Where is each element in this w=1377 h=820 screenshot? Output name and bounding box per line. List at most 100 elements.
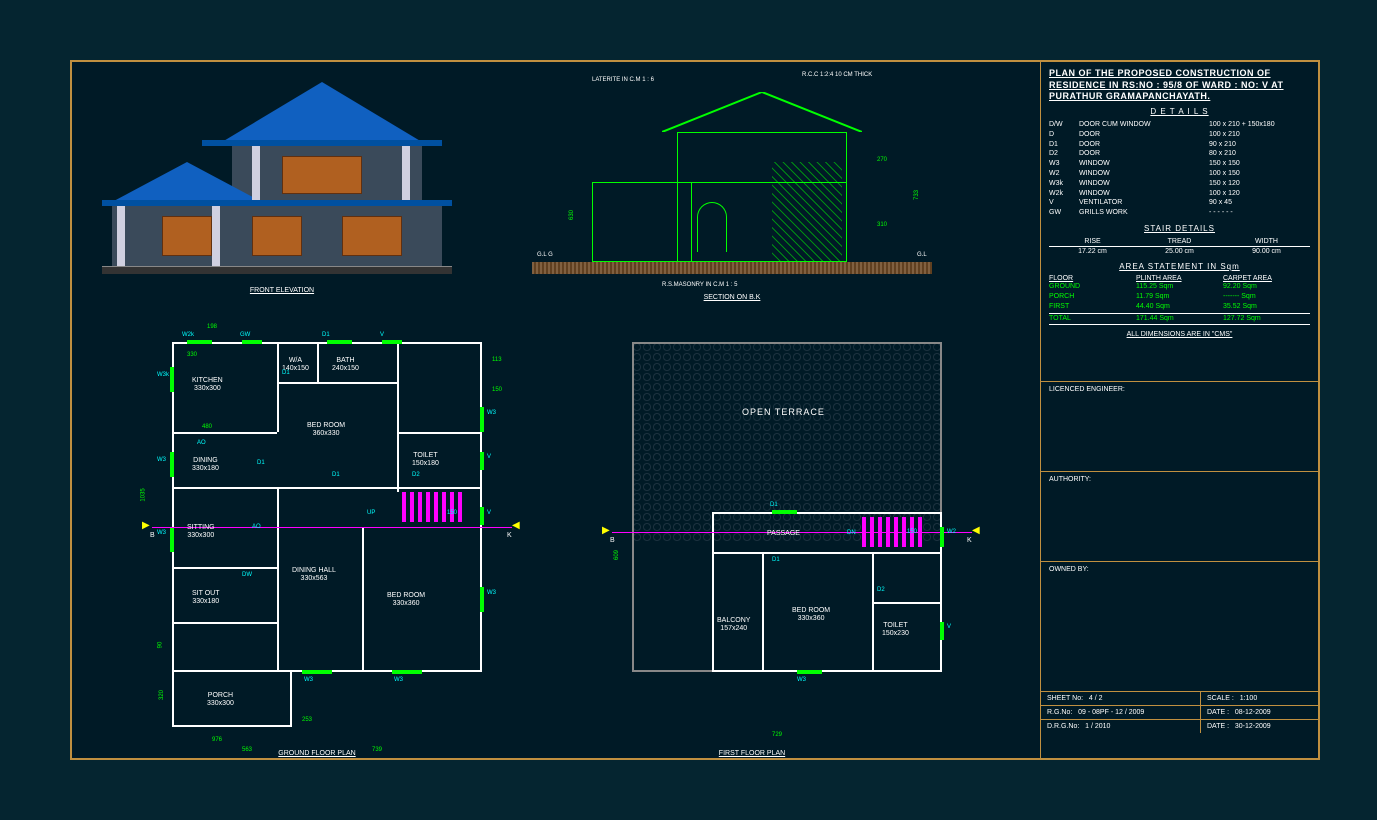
ffp-toilet: TOILET150x230 xyxy=(882,622,909,639)
section-k-label: K xyxy=(507,532,512,539)
sheet-info-row-3: D.R.G.No: 1 / 2010 DATE : 30-12-2009 xyxy=(1041,720,1318,733)
open-terrace-label: OPEN TERRACE xyxy=(742,407,825,417)
ffp-tag-d1: D1 xyxy=(770,502,778,508)
lower-window-3 xyxy=(342,216,402,256)
ffp-k-label: K xyxy=(967,537,972,544)
licenced-engineer-box: LICENCED ENGINEER: xyxy=(1041,382,1318,472)
tag-w3-r2: W3 xyxy=(487,590,496,596)
room-sitout: SIT OUT330x180 xyxy=(192,590,219,607)
ground-base xyxy=(102,266,452,274)
win-w3-left xyxy=(170,452,174,477)
win-w3-left2 xyxy=(170,527,174,552)
tag-v-1: V xyxy=(380,332,384,338)
wall-h3 xyxy=(172,487,482,489)
tag-d1-2: D1 xyxy=(257,460,265,466)
tag-w3-l2: W3 xyxy=(157,530,166,536)
owned-by-box: OWNED BY: xyxy=(1041,562,1318,692)
gfp-stair xyxy=(402,492,462,522)
pillar-1 xyxy=(117,206,125,266)
dim-note: ALL DIMENSIONS ARE IN "CMS" xyxy=(1049,331,1310,338)
tag-dw: DW xyxy=(242,572,252,578)
tag-w3k: W3k xyxy=(157,372,169,378)
stair-width-v: 90.00 cm xyxy=(1223,247,1310,256)
wall-h4 xyxy=(397,432,482,434)
laterite-note: LATERITE IN C.M 1 : 6 xyxy=(592,77,654,83)
rsmasonry-note: R.S.MASONRY IN C.M 1 : 5 xyxy=(662,282,737,288)
gl-left-label: G.L G xyxy=(537,252,553,258)
room-kitchen: KITCHEN330x300 xyxy=(192,377,223,394)
win-w2k xyxy=(187,340,212,344)
area-plinth-h: PLINTH AREA xyxy=(1136,275,1223,282)
area-total: TOTAL 171.44 Sqm 127.72 Sqm xyxy=(1049,313,1310,325)
tag-w2k: W2k xyxy=(182,332,194,338)
win-v-right2 xyxy=(480,507,484,525)
tag-w3-b2: W3 xyxy=(394,677,403,683)
dim-1035: 1035 xyxy=(141,488,147,501)
gl-right-label: G.L xyxy=(917,252,927,258)
ffp-tag-w3: W3 xyxy=(797,677,806,683)
tag-w3-1: W3 xyxy=(157,457,166,463)
win-w3-bot2 xyxy=(392,670,422,674)
tag-v-r: V xyxy=(487,454,491,460)
drawing-sheet: FRONT ELEVATION LATERITE IN C.M 1 : 6 R.… xyxy=(70,60,1320,760)
dim-270: 270 xyxy=(877,157,887,163)
win-v-top xyxy=(382,340,402,344)
dim-320: 320 xyxy=(159,690,165,700)
ffp-dim-609: 609 xyxy=(614,550,620,560)
up-label: UP xyxy=(367,510,375,516)
tag-d1-3: D1 xyxy=(282,370,290,376)
wall-v1 xyxy=(277,342,279,432)
stair-rise-v: 17.22 cm xyxy=(1049,247,1136,256)
stair-tread-h: TREAD xyxy=(1136,237,1223,247)
gfp-label: GROUND FLOOR PLAN xyxy=(247,750,387,757)
scale: SCALE : 1:100 xyxy=(1201,692,1318,705)
dim-253: 253 xyxy=(302,717,312,723)
ffp-win-w2 xyxy=(940,527,944,547)
ffp-passage: PASSAGE xyxy=(767,530,800,538)
sheet-info-row-2: R.G.No: 09 - 08PF - 12 / 2009 DATE : 08-… xyxy=(1041,706,1318,720)
front-elevation xyxy=(102,72,452,282)
room-toilet: TOILET150x180 xyxy=(412,452,439,469)
rcc-note: R.C.C 1:2:4 10 CM THICK xyxy=(802,72,872,78)
ffp-wall-h1 xyxy=(712,552,942,554)
room-porch: PORCH330x300 xyxy=(207,692,234,709)
win-w3-right3 xyxy=(480,587,484,612)
dim-330-1: 330 xyxy=(187,352,197,358)
win-gw xyxy=(242,340,262,344)
wall-h5 xyxy=(172,567,277,569)
first-floor-plan: ▶ ◀ OPEN TERRACE PASSAGE BED ROOM330x360… xyxy=(572,332,972,752)
plan-title: PLAN OF THE PROPOSED CONSTRUCTION OF RES… xyxy=(1049,68,1310,103)
drgno: D.R.G.No: 1 / 2010 xyxy=(1041,720,1201,733)
stair-values: 17.22 cm 25.00 cm 90.00 cm xyxy=(1049,247,1310,256)
area-headers: FLOOR PLINTH AREA CARPET AREA xyxy=(1049,275,1310,282)
tag-w3-b: W3 xyxy=(304,677,313,683)
ffp-dim-729: 729 xyxy=(772,732,782,738)
stair-rise-h: RISE xyxy=(1049,237,1136,247)
ffp-win-w3 xyxy=(797,670,822,674)
dn-label: DN xyxy=(847,530,856,536)
tag-d1-4: D1 xyxy=(332,472,340,478)
room-dininghall: DINING HALL330x563 xyxy=(292,567,336,584)
tag-150: 150 xyxy=(447,510,457,516)
ffp-wall-v1 xyxy=(762,552,764,672)
dim-198: 198 xyxy=(207,324,217,330)
ffp-arrow-k: ◀ xyxy=(972,525,980,536)
ffp-tag-d2: D2 xyxy=(877,587,885,593)
lower-window-2 xyxy=(252,216,302,256)
stair-heading: STAIR DETAILS xyxy=(1049,224,1310,233)
area-carpet-h: CARPET AREA xyxy=(1223,275,1310,282)
area-total-carpet: 127.72 Sqm xyxy=(1223,314,1310,324)
pillar-3 xyxy=(252,146,260,200)
stair-headers: RISE TREAD WIDTH xyxy=(1049,237,1310,247)
section-label: SECTION ON B.K xyxy=(672,294,792,301)
tag-ao-2: AO xyxy=(252,524,261,530)
ffp-label: FIRST FLOOR PLAN xyxy=(682,750,822,757)
ffp-tag-w2: W2 xyxy=(947,529,956,535)
dim-976: 976 xyxy=(212,737,222,743)
room-dining: DINING330x180 xyxy=(192,457,219,474)
ffp-win-d1 xyxy=(772,510,797,514)
upper-wall xyxy=(232,146,422,200)
upper-roof xyxy=(222,82,422,142)
sheet-info-row-1: SHEET No: 4 / 2 SCALE : 1:100 xyxy=(1041,692,1318,706)
ffp-tag-d1-2: D1 xyxy=(772,557,780,563)
